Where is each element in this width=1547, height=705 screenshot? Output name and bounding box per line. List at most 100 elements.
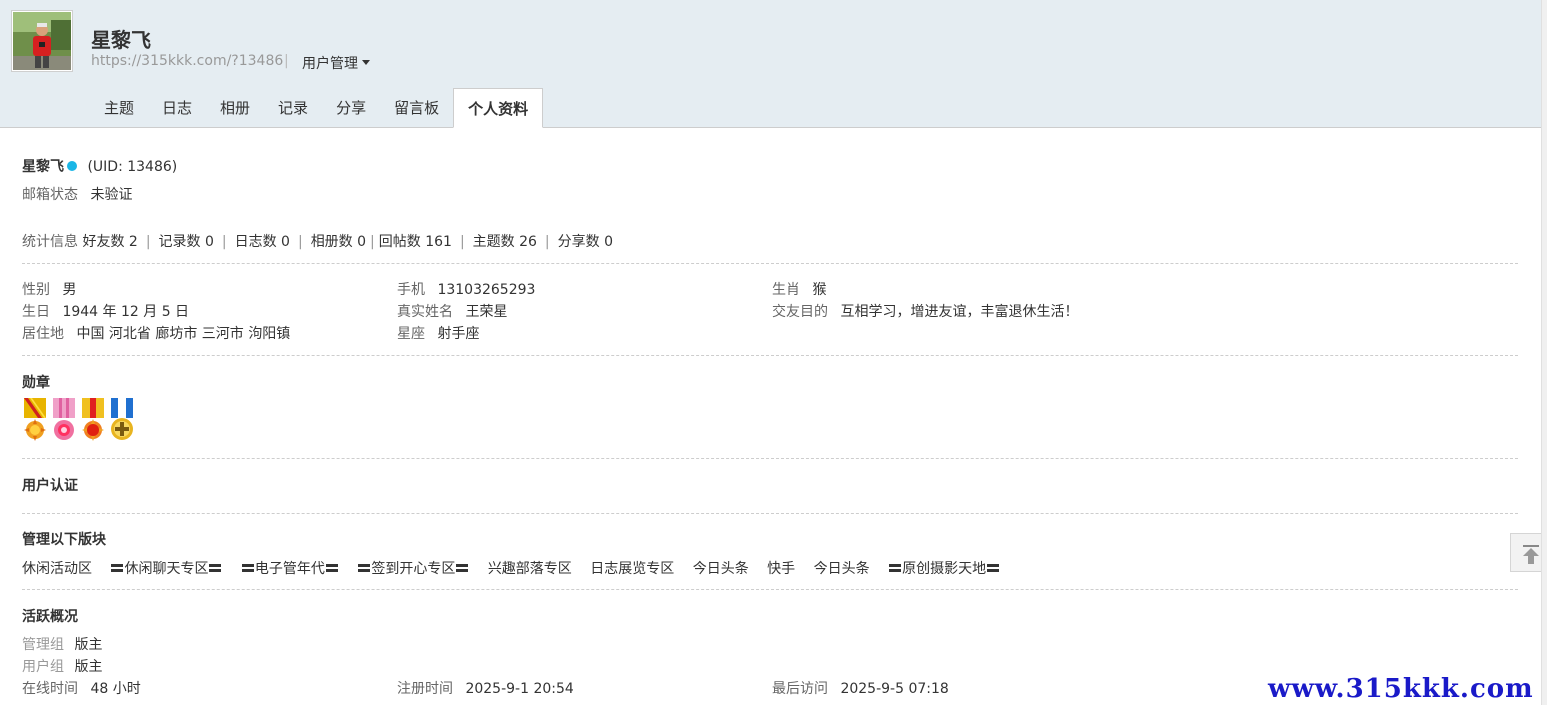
stats-divider: | — [544, 234, 550, 250]
bars-icon — [241, 564, 254, 572]
bars-icon — [987, 564, 1000, 572]
phone-label: 手机 — [397, 282, 425, 298]
divider — [22, 513, 1518, 514]
detail-constellation: 星座 射手座 — [397, 323, 479, 343]
forum-link-label: 签到开心专区 — [371, 561, 456, 577]
profile-tabs: 主题 日志 相册 记录 分享 留言板 个人资料 — [90, 88, 544, 128]
forum-link[interactable]: 休闲活动区 — [22, 561, 92, 577]
chevron-down-icon — [362, 59, 370, 65]
register-time-value: 2025-9-1 20:54 — [465, 681, 574, 697]
tab-guestbook[interactable]: 留言板 — [380, 88, 453, 128]
residence-label: 居住地 — [22, 326, 64, 342]
bars-icon — [325, 564, 338, 572]
stat-albums[interactable]: 相册数 0 — [311, 234, 366, 250]
profile-name-row: 星黎飞 (UID: 13486) — [22, 156, 177, 176]
forum-link-label: 原创摄影天地 — [902, 561, 987, 577]
stat-topics[interactable]: 主题数 26 — [473, 234, 537, 250]
birthday-value: 1944 年 12 月 5 日 — [62, 304, 190, 320]
stat-records[interactable]: 记录数 0 — [159, 234, 214, 250]
tab-share[interactable]: 分享 — [322, 88, 380, 128]
register-time-row: 注册时间 2025-9-1 20:54 — [397, 678, 574, 698]
medal-red-star-icon[interactable] — [80, 398, 106, 442]
divider — [22, 263, 1518, 264]
medal-blue-cross-icon[interactable] — [109, 398, 135, 442]
activity-title: 活跃概况 — [22, 609, 78, 625]
medals-title: 勋章 — [22, 375, 50, 391]
online-status-icon — [67, 161, 77, 171]
vertical-scrollbar[interactable] — [1541, 0, 1547, 705]
tab-blog[interactable]: 日志 — [148, 88, 206, 128]
profile-header: 星黎飞 https://315kkk.com/?13486 | 用户管理 主题 … — [0, 0, 1541, 128]
online-time-value: 48 小时 — [90, 681, 141, 697]
stat-friends[interactable]: 好友数 2 — [82, 234, 137, 250]
forum-link[interactable]: 快手 — [767, 561, 795, 577]
moderated-forums: 休闲活动区 休闲聊天专区 电子管年代 签到开心专区 兴趣部落专区 日志展览专区 … — [22, 558, 1014, 578]
user-group-value[interactable]: 版主 — [74, 659, 102, 675]
register-time-label: 注册时间 — [397, 681, 453, 697]
gender-label: 性别 — [22, 282, 50, 298]
user-management-menu[interactable]: 用户管理 — [302, 53, 370, 73]
forum-link-label: 休闲聊天专区 — [124, 561, 209, 577]
last-visit-value: 2025-9-5 07:18 — [840, 681, 949, 697]
bars-icon — [209, 564, 222, 572]
residence-value: 中国 河北省 廊坊市 三河市 泃阳镇 — [76, 326, 291, 342]
avatar[interactable] — [11, 10, 73, 72]
user-group-label: 用户组 — [22, 659, 64, 675]
stats-divider: | — [459, 234, 465, 250]
divider — [22, 355, 1518, 356]
forum-link[interactable]: 休闲聊天专区 — [110, 561, 222, 577]
detail-purpose: 交友目的 互相学习，增进友谊，丰富退休生活！ — [772, 301, 1078, 321]
bars-icon — [456, 564, 469, 572]
constellation-label: 星座 — [397, 326, 425, 342]
user-group-row: 用户组 版主 — [22, 656, 102, 676]
admin-group-label: 管理组 — [22, 637, 64, 653]
last-visit-row: 最后访问 2025-9-5 07:18 — [772, 678, 949, 698]
tab-album[interactable]: 相册 — [206, 88, 264, 128]
constellation-value: 射手座 — [437, 326, 480, 342]
stat-replies[interactable]: 回帖数 161 — [379, 234, 452, 250]
verification-title: 用户认证 — [22, 478, 78, 494]
stats-divider: | — [145, 234, 151, 250]
stats-row: 统计信息 好友数 2 | 记录数 0 | 日志数 0 | 相册数 0 | 回帖数 161 | 主题数… — [22, 231, 613, 251]
bars-icon — [111, 564, 124, 572]
divider — [22, 458, 1518, 459]
forum-link[interactable]: 电子管年代 — [241, 561, 339, 577]
stat-shares[interactable]: 分享数 0 — [558, 234, 613, 250]
detail-gender: 性别 男 — [22, 279, 76, 299]
online-time-label: 在线时间 — [22, 681, 78, 697]
stats-divider: | — [221, 234, 227, 250]
header-separator: | — [284, 53, 289, 69]
zodiac-label: 生肖 — [772, 282, 800, 298]
uid-text: (UID: 13486) — [87, 159, 178, 175]
forum-link[interactable]: 今日头条 — [814, 561, 870, 577]
bars-icon — [358, 564, 371, 572]
medals-list — [22, 398, 135, 442]
forum-link[interactable]: 原创摄影天地 — [888, 561, 1000, 577]
divider — [22, 589, 1518, 590]
forum-link[interactable]: 签到开心专区 — [357, 561, 469, 577]
stat-blogs[interactable]: 日志数 0 — [235, 234, 290, 250]
purpose-value: 互相学习，增进友谊，丰富退休生活！ — [840, 304, 1079, 320]
medal-sun-icon[interactable] — [22, 398, 48, 442]
medal-pink-icon[interactable] — [51, 398, 77, 442]
admin-group-value[interactable]: 版主 — [74, 637, 102, 653]
tab-topics[interactable]: 主题 — [90, 88, 148, 128]
header-username: 星黎飞 — [91, 28, 151, 52]
forum-link[interactable]: 今日头条 — [693, 561, 749, 577]
stats-divider: | — [297, 234, 303, 250]
forum-link-label: 电子管年代 — [254, 561, 325, 577]
space-url[interactable]: https://315kkk.com/?13486 — [91, 53, 283, 69]
detail-birthday: 生日 1944 年 12 月 5 日 — [22, 301, 189, 321]
zodiac-value: 猴 — [812, 282, 827, 298]
online-time-row: 在线时间 48 小时 — [22, 678, 141, 698]
bars-icon — [889, 564, 902, 572]
tab-profile[interactable]: 个人资料 — [453, 88, 544, 128]
admin-group-row: 管理组 版主 — [22, 634, 102, 654]
forum-link[interactable]: 兴趣部落专区 — [488, 561, 572, 577]
email-status-value: 未验证 — [90, 187, 133, 203]
stats-divider: | — [370, 234, 375, 250]
forum-link[interactable]: 日志展览专区 — [590, 561, 674, 577]
last-visit-label: 最后访问 — [772, 681, 828, 697]
realname-label: 真实姓名 — [397, 304, 453, 320]
tab-records[interactable]: 记录 — [264, 88, 322, 128]
